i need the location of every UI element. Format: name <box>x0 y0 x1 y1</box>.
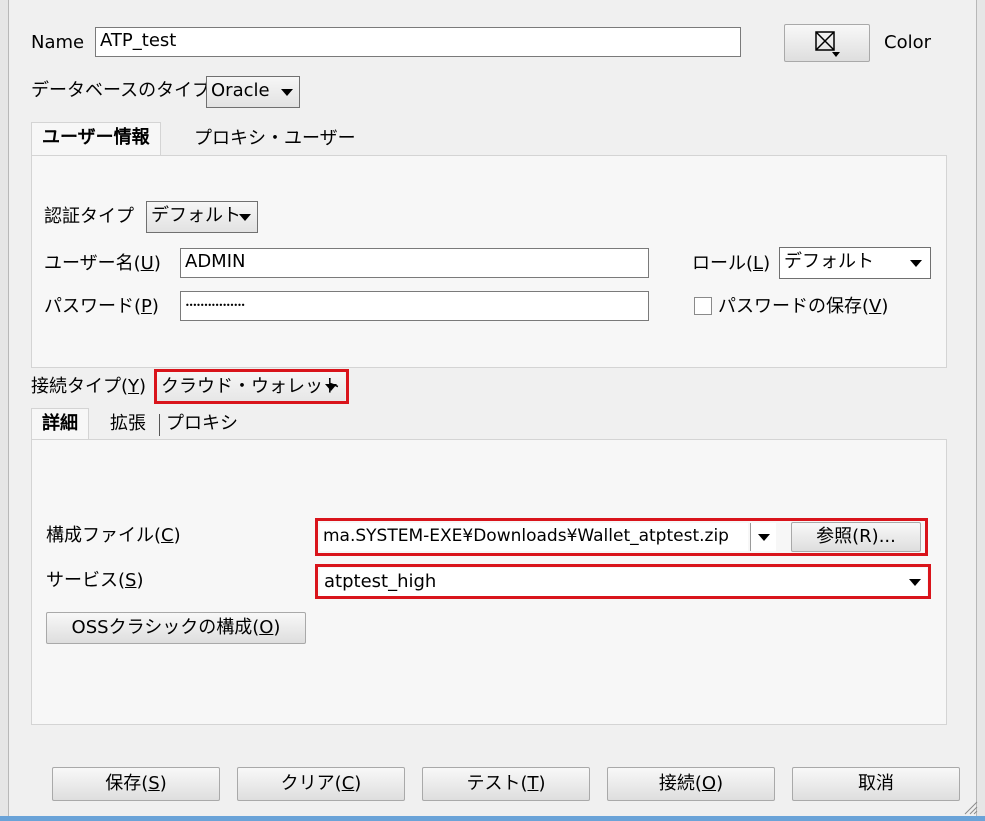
left-frame-edge <box>0 0 9 821</box>
chevron-down-icon <box>325 384 337 391</box>
service-value: atptest_high <box>324 571 437 592</box>
service-select[interactable]: atptest_high <box>320 568 927 596</box>
save-password-label: パスワードの保存(V) <box>718 296 889 317</box>
config-file-label: 構成ファイル(C) <box>46 525 181 546</box>
auth-type-select[interactable]: デフォルト <box>146 201 258 233</box>
dbtype-select[interactable]: Oracle <box>206 76 300 108</box>
connection-type-label: 接続タイプ(Y) <box>31 376 147 397</box>
auth-type-value: デフォルト <box>151 205 241 226</box>
name-input[interactable]: ATP_test <box>95 27 741 57</box>
config-file-dropdown[interactable] <box>750 523 776 551</box>
chevron-down-icon <box>909 579 921 586</box>
save-button[interactable]: 保存(S) <box>52 767 220 801</box>
dbtype-label: データベースのタイプ <box>31 80 211 101</box>
tab-divider <box>159 414 160 436</box>
clear-button[interactable]: クリア(C) <box>237 767 405 801</box>
role-value: デフォルト <box>784 251 874 272</box>
tab-proxy[interactable]: プロキシ <box>166 409 238 439</box>
dbtype-value: Oracle <box>211 80 270 101</box>
chevron-down-icon <box>281 89 293 96</box>
color-picker-icon <box>815 31 840 57</box>
config-file-input[interactable]: ma.SYSTEM-EXE¥Downloads¥Wallet_atptest.z… <box>320 523 748 551</box>
browse-button[interactable]: 参照(R)... <box>791 522 921 552</box>
connection-type-value: クラウド・ウォレット <box>161 376 341 397</box>
chevron-down-icon <box>239 214 251 221</box>
username-input[interactable]: ADMIN <box>180 248 649 278</box>
role-select[interactable]: デフォルト <box>779 247 931 279</box>
password-input[interactable]: •••••••••••••••• <box>180 291 649 321</box>
color-label: Color <box>884 32 931 53</box>
connection-type-select[interactable]: クラウド・ウォレット <box>157 372 345 402</box>
tab-details[interactable]: 詳細 <box>31 408 89 440</box>
oss-classic-config-button[interactable]: OSSクラシックの構成(O) <box>46 612 306 644</box>
tab-user-info[interactable]: ユーザー情報 <box>31 122 161 156</box>
cancel-button[interactable]: 取消 <box>792 767 960 801</box>
color-button[interactable] <box>784 24 870 62</box>
chevron-down-icon <box>758 534 770 541</box>
save-password-checkbox[interactable] <box>694 297 712 315</box>
password-label: パスワード(P) <box>44 296 159 317</box>
resize-grip-icon[interactable] <box>962 799 978 815</box>
test-button[interactable]: テスト(T) <box>422 767 590 801</box>
bottom-frame-edge <box>0 816 985 821</box>
chevron-down-icon <box>910 260 922 267</box>
username-label: ユーザー名(U) <box>44 253 161 274</box>
auth-type-label: 認証タイプ <box>44 206 134 227</box>
connect-button[interactable]: 接続(O) <box>607 767 775 801</box>
name-label: Name <box>31 32 85 53</box>
service-label: サービス(S) <box>46 570 144 591</box>
tab-proxy-user[interactable]: プロキシ・ユーザー <box>194 124 356 154</box>
role-label: ロール(L) <box>692 253 771 274</box>
right-frame-edge <box>976 0 985 821</box>
tab-advanced[interactable]: 拡張 <box>110 409 146 439</box>
